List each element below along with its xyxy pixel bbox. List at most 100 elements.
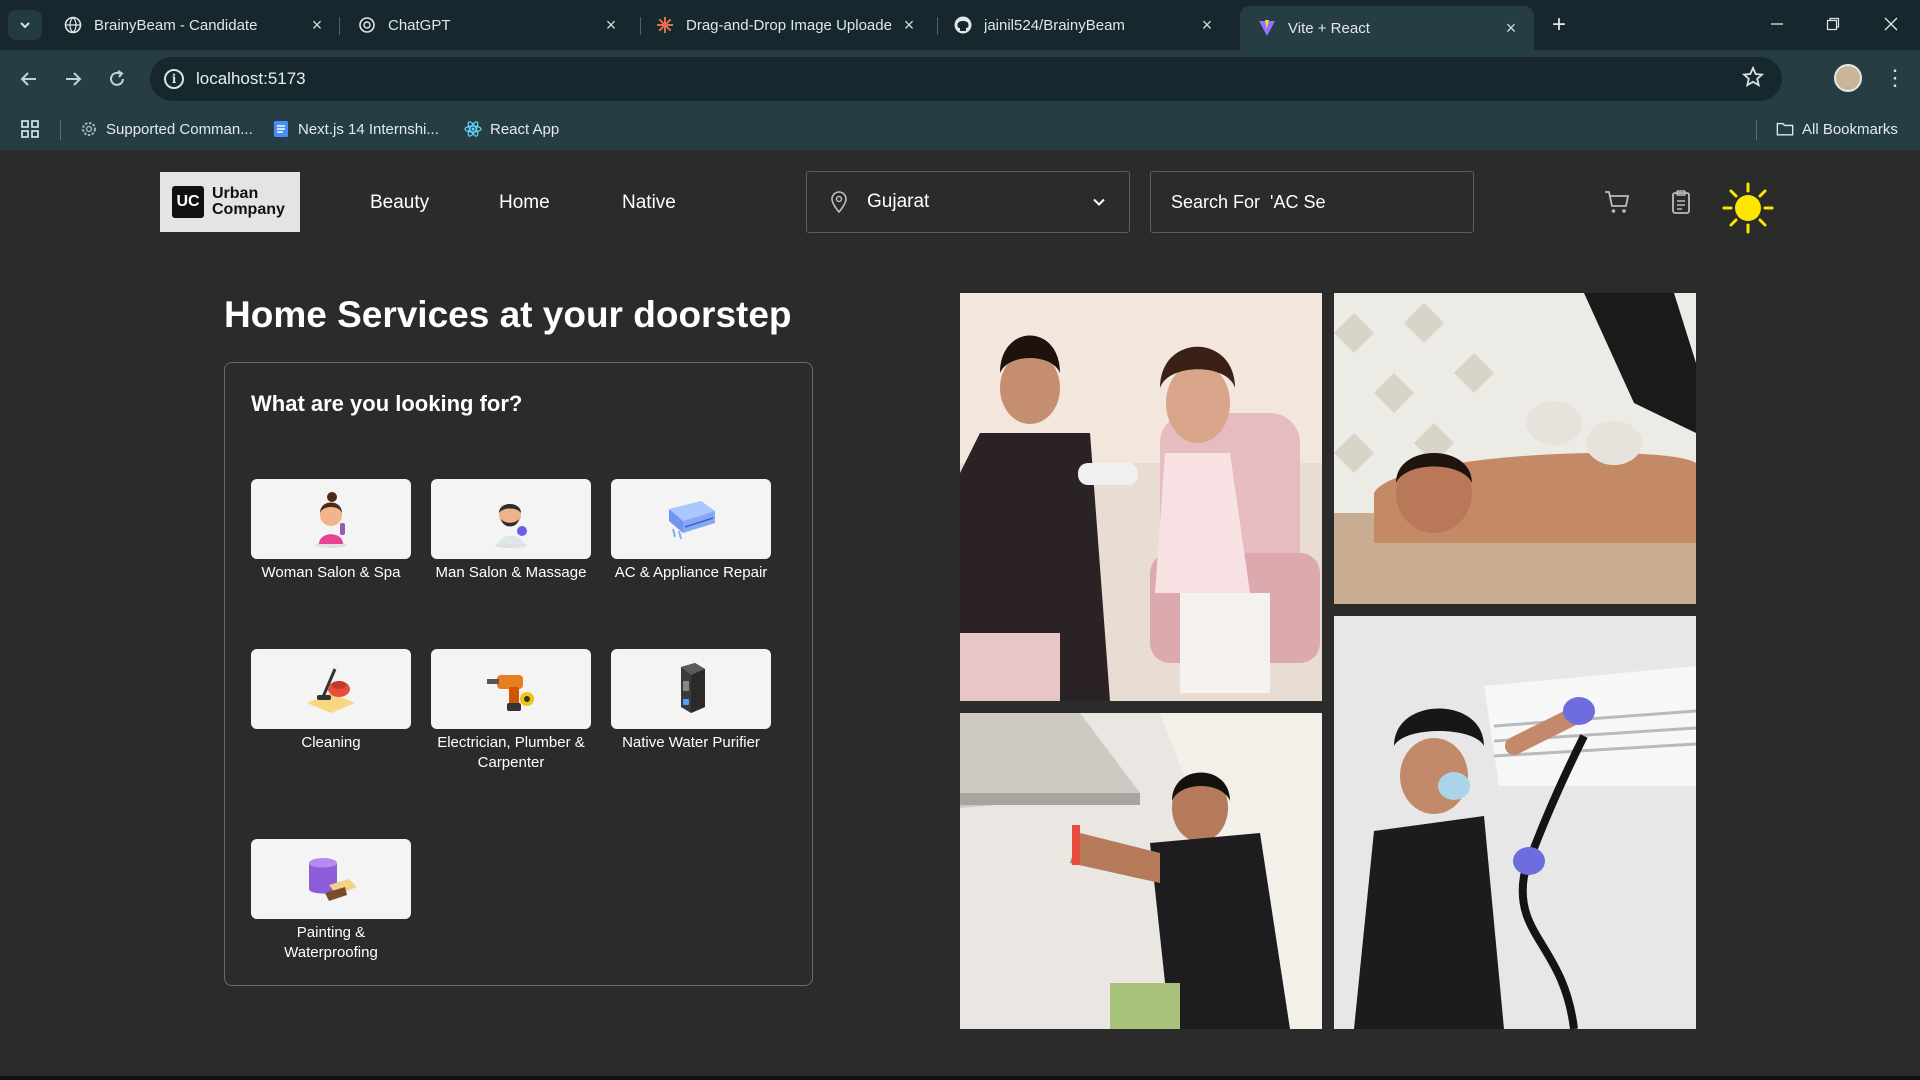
more-menu-icon[interactable]: ⋮ <box>1884 64 1906 92</box>
nav-native[interactable]: Native <box>622 192 676 214</box>
man-salon-icon <box>495 504 527 548</box>
location-pin-icon <box>831 191 847 214</box>
vite-icon <box>1259 20 1275 36</box>
openai-icon <box>359 17 375 33</box>
arrow-left-icon <box>20 72 36 86</box>
close-icon <box>1884 17 1898 31</box>
tab-image-uploader[interactable]: Drag-and-Drop Image Uploade × <box>638 6 932 44</box>
service-label: Woman Salon & Spa <box>261 564 401 581</box>
service-electrician[interactable]: Electrician, Plumber & Carpenter <box>431 649 591 773</box>
drill-icon <box>487 675 534 711</box>
close-icon[interactable]: × <box>900 15 918 36</box>
bookmark-label: Next.js 14 Internshi... <box>298 120 439 138</box>
bookmark-nextjs[interactable]: Next.js 14 Internshi... <box>272 118 439 140</box>
tab-title: jainil524/BrainyBeam <box>984 16 1125 34</box>
restore-button[interactable] <box>1806 0 1860 48</box>
tab-title: ChatGPT <box>388 16 451 34</box>
new-tab-button[interactable]: + <box>1544 10 1574 40</box>
folder-icon <box>1776 120 1794 138</box>
star-icon <box>1741 65 1765 88</box>
photo-ac-service <box>1334 616 1696 1029</box>
service-card[interactable] <box>251 839 411 919</box>
ac-icon <box>669 501 715 540</box>
nav-beauty[interactable]: Beauty <box>370 192 429 214</box>
bookings-clipboard-icon[interactable] <box>1667 188 1695 216</box>
close-icon[interactable]: × <box>602 15 620 36</box>
service-label: Electrician, Plumber & Carpenter <box>437 734 585 771</box>
gear-icon <box>80 120 98 138</box>
woman-salon-icon <box>315 492 347 548</box>
service-card[interactable] <box>251 649 411 729</box>
theme-toggle-sun-icon[interactable] <box>1722 182 1774 234</box>
chevron-down-icon <box>20 22 30 29</box>
service-card[interactable] <box>431 479 591 559</box>
tab-brainybeam[interactable]: BrainyBeam - Candidate × <box>46 6 340 44</box>
profile-avatar[interactable] <box>1834 64 1862 92</box>
address-bar[interactable]: i localhost:5173 <box>150 57 1782 101</box>
close-window-button[interactable] <box>1864 0 1918 48</box>
tab-chatgpt[interactable]: ChatGPT × <box>340 6 634 44</box>
github-icon <box>954 16 972 34</box>
photo-massage-image <box>1334 293 1696 604</box>
tab-title: Vite + React <box>1288 19 1370 37</box>
reload-icon <box>110 70 124 86</box>
bookmark-label: Supported Comman... <box>106 120 253 138</box>
service-woman-salon[interactable]: Woman Salon & Spa <box>251 479 411 583</box>
vacuum-icon <box>307 668 355 713</box>
service-card[interactable] <box>611 479 771 559</box>
logo-wordmark: Urban Company <box>212 186 285 218</box>
service-water-purifier[interactable]: Native Water Purifier <box>611 649 771 753</box>
nav-home[interactable]: Home <box>499 192 550 214</box>
hero-title: Home Services at your doorstep <box>224 294 792 335</box>
close-icon[interactable]: × <box>1198 15 1216 36</box>
site-info-icon[interactable]: i <box>164 69 184 89</box>
bookmark-divider <box>60 120 61 140</box>
logo-badge: UC <box>172 186 204 218</box>
bookmark-supported-commands[interactable]: Supported Comman... <box>80 118 253 140</box>
service-card[interactable] <box>611 649 771 729</box>
bookmark-divider <box>1756 120 1757 140</box>
service-card[interactable] <box>431 649 591 729</box>
reload-button[interactable] <box>102 64 132 94</box>
tab-vite-react[interactable]: Vite + React × <box>1240 6 1534 50</box>
restore-icon <box>1826 17 1840 31</box>
minimize-icon <box>1771 23 1783 25</box>
service-painting[interactable]: Painting & Waterproofing <box>251 839 411 963</box>
page-bottom-edge <box>0 1076 1920 1080</box>
photo-beauty-image <box>960 293 1322 701</box>
browser-tab-strip: BrainyBeam - Candidate × ChatGPT × Drag-… <box>0 0 1920 50</box>
tab-github[interactable]: jainil524/BrainyBeam × <box>936 6 1230 44</box>
service-label: Native Water Purifier <box>622 734 760 751</box>
service-man-salon[interactable]: Man Salon & Massage <box>431 479 591 583</box>
cart-icon[interactable] <box>1603 188 1631 216</box>
close-icon[interactable]: × <box>1502 18 1520 39</box>
paint-icon <box>309 858 357 901</box>
photo-massage-service <box>1334 293 1696 604</box>
urban-company-logo[interactable]: UC Urban Company <box>160 172 300 232</box>
back-button[interactable] <box>14 64 44 94</box>
services-panel: What are you looking for? Woman Salon & … <box>224 362 813 986</box>
tab-title: BrainyBeam - Candidate <box>94 16 258 34</box>
all-bookmarks-button[interactable]: All Bookmarks <box>1776 118 1898 140</box>
search-input[interactable]: Search For 'AC Se <box>1150 171 1474 233</box>
service-label: Cleaning <box>301 734 361 751</box>
all-bookmarks-label: All Bookmarks <box>1802 120 1898 138</box>
close-icon[interactable]: × <box>308 15 326 36</box>
service-label: Painting & Waterproofing <box>284 924 378 961</box>
service-card[interactable] <box>251 479 411 559</box>
service-ac-repair[interactable]: AC & Appliance Repair <box>611 479 771 583</box>
chevron-down-icon <box>1093 198 1105 206</box>
bookmark-react-app[interactable]: React App <box>464 118 559 140</box>
bookmarks-bar: Supported Comman... Next.js 14 Internshi… <box>0 108 1920 150</box>
tab-title: Drag-and-Drop Image Uploade <box>686 16 892 34</box>
service-cleaning[interactable]: Cleaning <box>251 649 411 753</box>
doc-icon <box>272 120 290 138</box>
photo-beauty-service <box>960 293 1322 701</box>
forward-button[interactable] <box>58 64 88 94</box>
minimize-button[interactable] <box>1750 0 1804 48</box>
tab-search-button[interactable] <box>8 10 42 40</box>
location-select[interactable]: Gujarat <box>806 171 1130 233</box>
apps-grid-icon <box>21 120 39 138</box>
bookmark-star-icon[interactable] <box>1741 65 1765 94</box>
apps-button[interactable] <box>20 118 40 140</box>
